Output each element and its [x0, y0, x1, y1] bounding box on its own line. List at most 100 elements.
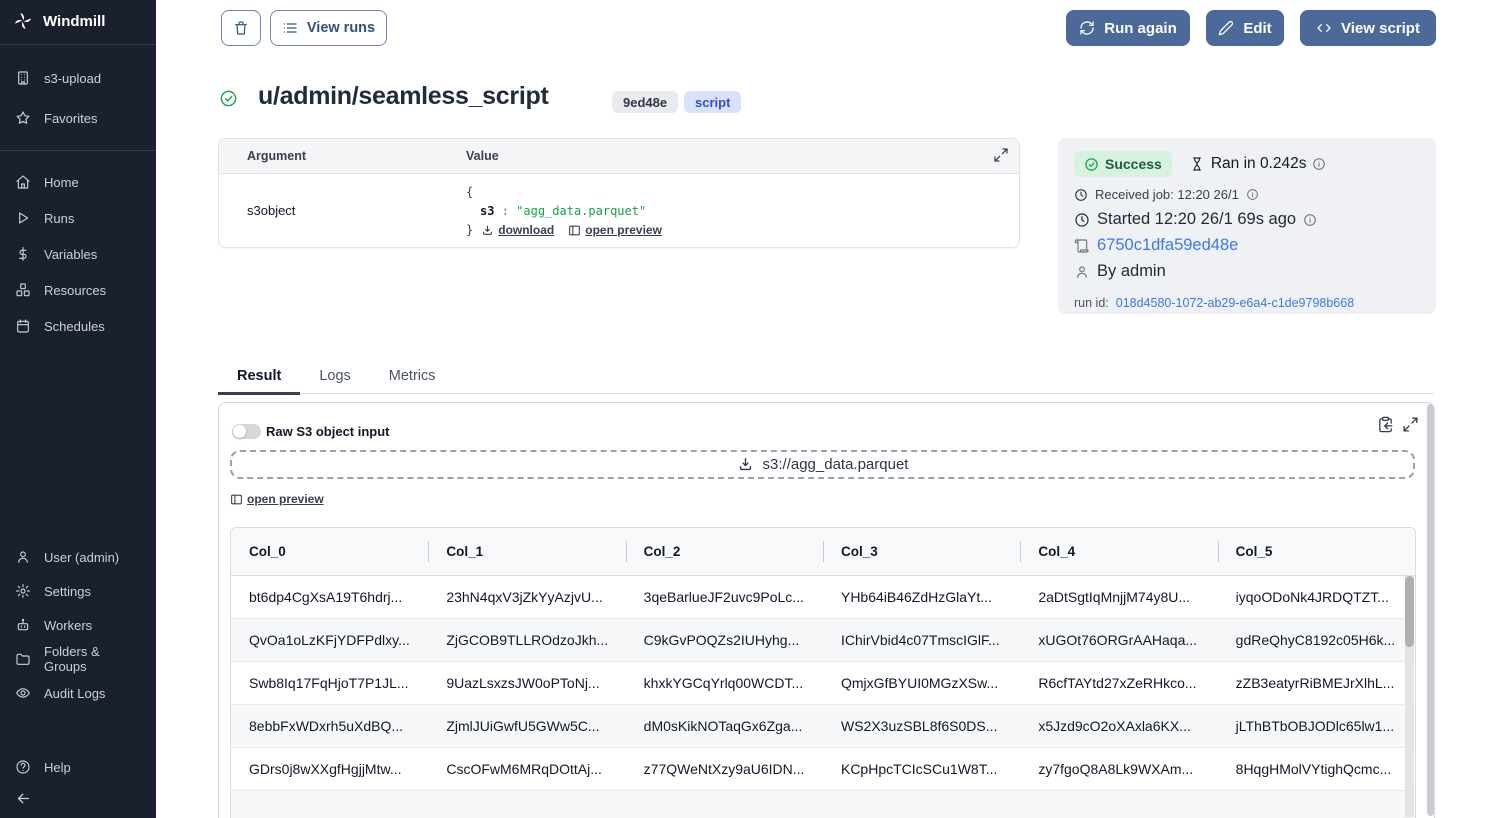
table-row: QvOa1oLzKFjYDFPdlxy...ZjGCOB9TLLROdzoJkh…	[231, 619, 1415, 662]
sidebar-item-folders-groups[interactable]: Folders & Groups	[0, 642, 156, 676]
s3-file-download-button[interactable]: s3://agg_data.parquet	[230, 450, 1415, 479]
table-cell: dM0sKikNOTaqGx6Zga...	[626, 718, 823, 734]
table-cell: R6cfTAYtd27xZeRHkco...	[1020, 675, 1217, 691]
edit-button[interactable]: Edit	[1206, 10, 1284, 46]
code-icon	[1316, 20, 1332, 36]
eye-icon	[15, 685, 31, 701]
sidebar-item-runs[interactable]: Runs	[0, 200, 156, 236]
info-icon	[1303, 213, 1317, 227]
play-icon	[15, 210, 31, 226]
column-header-col-4: Col_4	[1020, 528, 1217, 575]
maximize-icon	[993, 147, 1009, 163]
tab-metrics[interactable]: Metrics	[370, 366, 455, 395]
table-cell: 3qeBarlueJF2uvc9PoLc...	[626, 589, 823, 605]
edit-label: Edit	[1243, 20, 1271, 37]
sidebar-item-settings[interactable]: Settings	[0, 574, 156, 608]
sidebar-item-help[interactable]: Help	[0, 752, 156, 782]
clock-icon	[1074, 212, 1090, 228]
scroll-icon	[1074, 238, 1090, 254]
table-cell: 2aDtSgtIqMnjjM74y8U...	[1020, 589, 1217, 605]
help-icon	[15, 759, 31, 775]
table-cell: khxkYGCqYrlq00WCDT...	[626, 675, 823, 691]
run-by-row: By admin	[1074, 262, 1420, 281]
success-check-icon	[219, 89, 238, 108]
table-cell: 8ebbFxWDxrh5uXdBQ...	[231, 718, 428, 734]
column-header-col-3: Col_3	[823, 528, 1020, 575]
sidebar-item-schedules[interactable]: Schedules	[0, 308, 156, 344]
panel-preview-icon	[568, 224, 581, 237]
table-cell: iyqoODoNk4JRDQTZT...	[1218, 589, 1415, 605]
collapse-sidebar-button[interactable]	[13, 788, 34, 809]
sidebar-item-user-admin[interactable]: User (admin)	[0, 540, 156, 574]
view-runs-label: View runs	[307, 20, 375, 36]
download-link[interactable]: download	[481, 221, 554, 240]
clipboard-copy-icon	[1377, 416, 1394, 433]
status-badge: Success	[1074, 151, 1172, 177]
sidebar-item-label: Resources	[44, 283, 106, 298]
run-id-link[interactable]: 018d4580-1072-ab29-e6a4-c1de9798b668	[1116, 296, 1354, 310]
table-cell: QmjxGfBYUI0MGzXSw...	[823, 675, 1020, 691]
column-header-col-1: Col_1	[428, 528, 625, 575]
result-panel-scrollbar[interactable]	[1427, 404, 1434, 816]
tab-result[interactable]: Result	[218, 366, 300, 395]
list-icon	[282, 20, 298, 36]
sidebar-item-label: Home	[44, 175, 79, 190]
table-scrollbar-thumb[interactable]	[1405, 576, 1414, 647]
raw-s3-input-toggle[interactable]	[232, 424, 261, 439]
sidebar-item-resources[interactable]: Resources	[0, 272, 156, 308]
table-cell: 8HqgHMolVYtighQcmc...	[1218, 761, 1415, 777]
sidebar-item-label: Variables	[44, 247, 97, 262]
delete-run-button[interactable]	[221, 10, 261, 46]
refresh-icon	[1079, 20, 1095, 36]
windmill-logo[interactable]: Windmill	[0, 0, 156, 42]
sidebar-item-label: Help	[44, 760, 71, 775]
job-id-row: 6750c1dfa59ed48e	[1074, 236, 1420, 255]
job-id-link[interactable]: 6750c1dfa59ed48e	[1097, 236, 1238, 255]
result-open-preview-link[interactable]: open preview	[230, 492, 324, 506]
download-icon	[737, 456, 754, 473]
star-icon	[15, 110, 31, 126]
sidebar-item-favorites[interactable]: Favorites	[0, 98, 156, 138]
sidebar-item-label: Audit Logs	[44, 686, 105, 701]
value-column-header: Value	[466, 149, 499, 163]
sidebar-item-label: Folders & Groups	[44, 644, 141, 674]
pencil-icon	[1218, 20, 1234, 36]
gear-icon	[15, 583, 31, 599]
sidebar-item-audit-logs[interactable]: Audit Logs	[0, 676, 156, 710]
view-runs-button[interactable]: View runs	[270, 10, 387, 46]
table-row: Swb8Iq17FqHjoT7P1JL...9UazLsxzsJW0oPToNj…	[231, 662, 1415, 705]
run-id-row: run id: 018d4580-1072-ab29-e6a4-c1de9798…	[1074, 296, 1420, 310]
sidebar-item-variables[interactable]: Variables	[0, 236, 156, 272]
raw-s3-input-label: Raw S3 object input	[266, 424, 390, 439]
arguments-header: Argument Value	[219, 139, 1019, 174]
table-header-row: Col_0Col_1Col_2Col_3Col_4Col_5	[231, 528, 1415, 576]
tab-logs[interactable]: Logs	[300, 366, 369, 395]
sidebar-item-home[interactable]: Home	[0, 164, 156, 200]
hourglass-icon	[1189, 156, 1205, 172]
app-name: Windmill	[43, 13, 105, 30]
maximize-result-button[interactable]	[1402, 416, 1419, 433]
s3-file-label: s3://agg_data.parquet	[763, 456, 909, 473]
clock-icon	[1074, 188, 1088, 202]
view-script-button[interactable]: View script	[1300, 10, 1436, 46]
table-cell: jLThBTbOBJODlc65lw1...	[1218, 718, 1415, 734]
trash-icon	[233, 20, 249, 36]
table-cell: QvOa1oLzKFjYDFPdlxy...	[231, 632, 428, 648]
open-preview-link[interactable]: open preview	[568, 221, 662, 240]
arrow-left-icon	[15, 790, 32, 807]
expand-arguments-button[interactable]	[993, 147, 1009, 163]
sidebar-item-label: Settings	[44, 584, 91, 599]
run-again-label: Run again	[1104, 20, 1177, 37]
column-header-col-5: Col_5	[1218, 528, 1415, 575]
sidebar-item-workers[interactable]: Workers	[0, 608, 156, 642]
toggle-knob	[233, 425, 246, 438]
table-cell: 9UazLsxzsJW0oPToNj...	[428, 675, 625, 691]
result-tabs: ResultLogsMetrics	[218, 366, 1434, 394]
json-string-value: "agg_data.parquet"	[516, 204, 646, 218]
table-cell: GDrs0j8wXXgfHgjjMtw...	[231, 761, 428, 777]
table-cell: WS2X3uzSBL8f6S0DS...	[823, 718, 1020, 734]
run-again-button[interactable]: Run again	[1066, 10, 1190, 46]
sidebar-item-s3-upload[interactable]: s3-upload	[0, 58, 156, 98]
table-cell: zy7fgoQ8A8Lk9WXAm...	[1020, 761, 1217, 777]
copy-result-button[interactable]	[1377, 416, 1394, 433]
